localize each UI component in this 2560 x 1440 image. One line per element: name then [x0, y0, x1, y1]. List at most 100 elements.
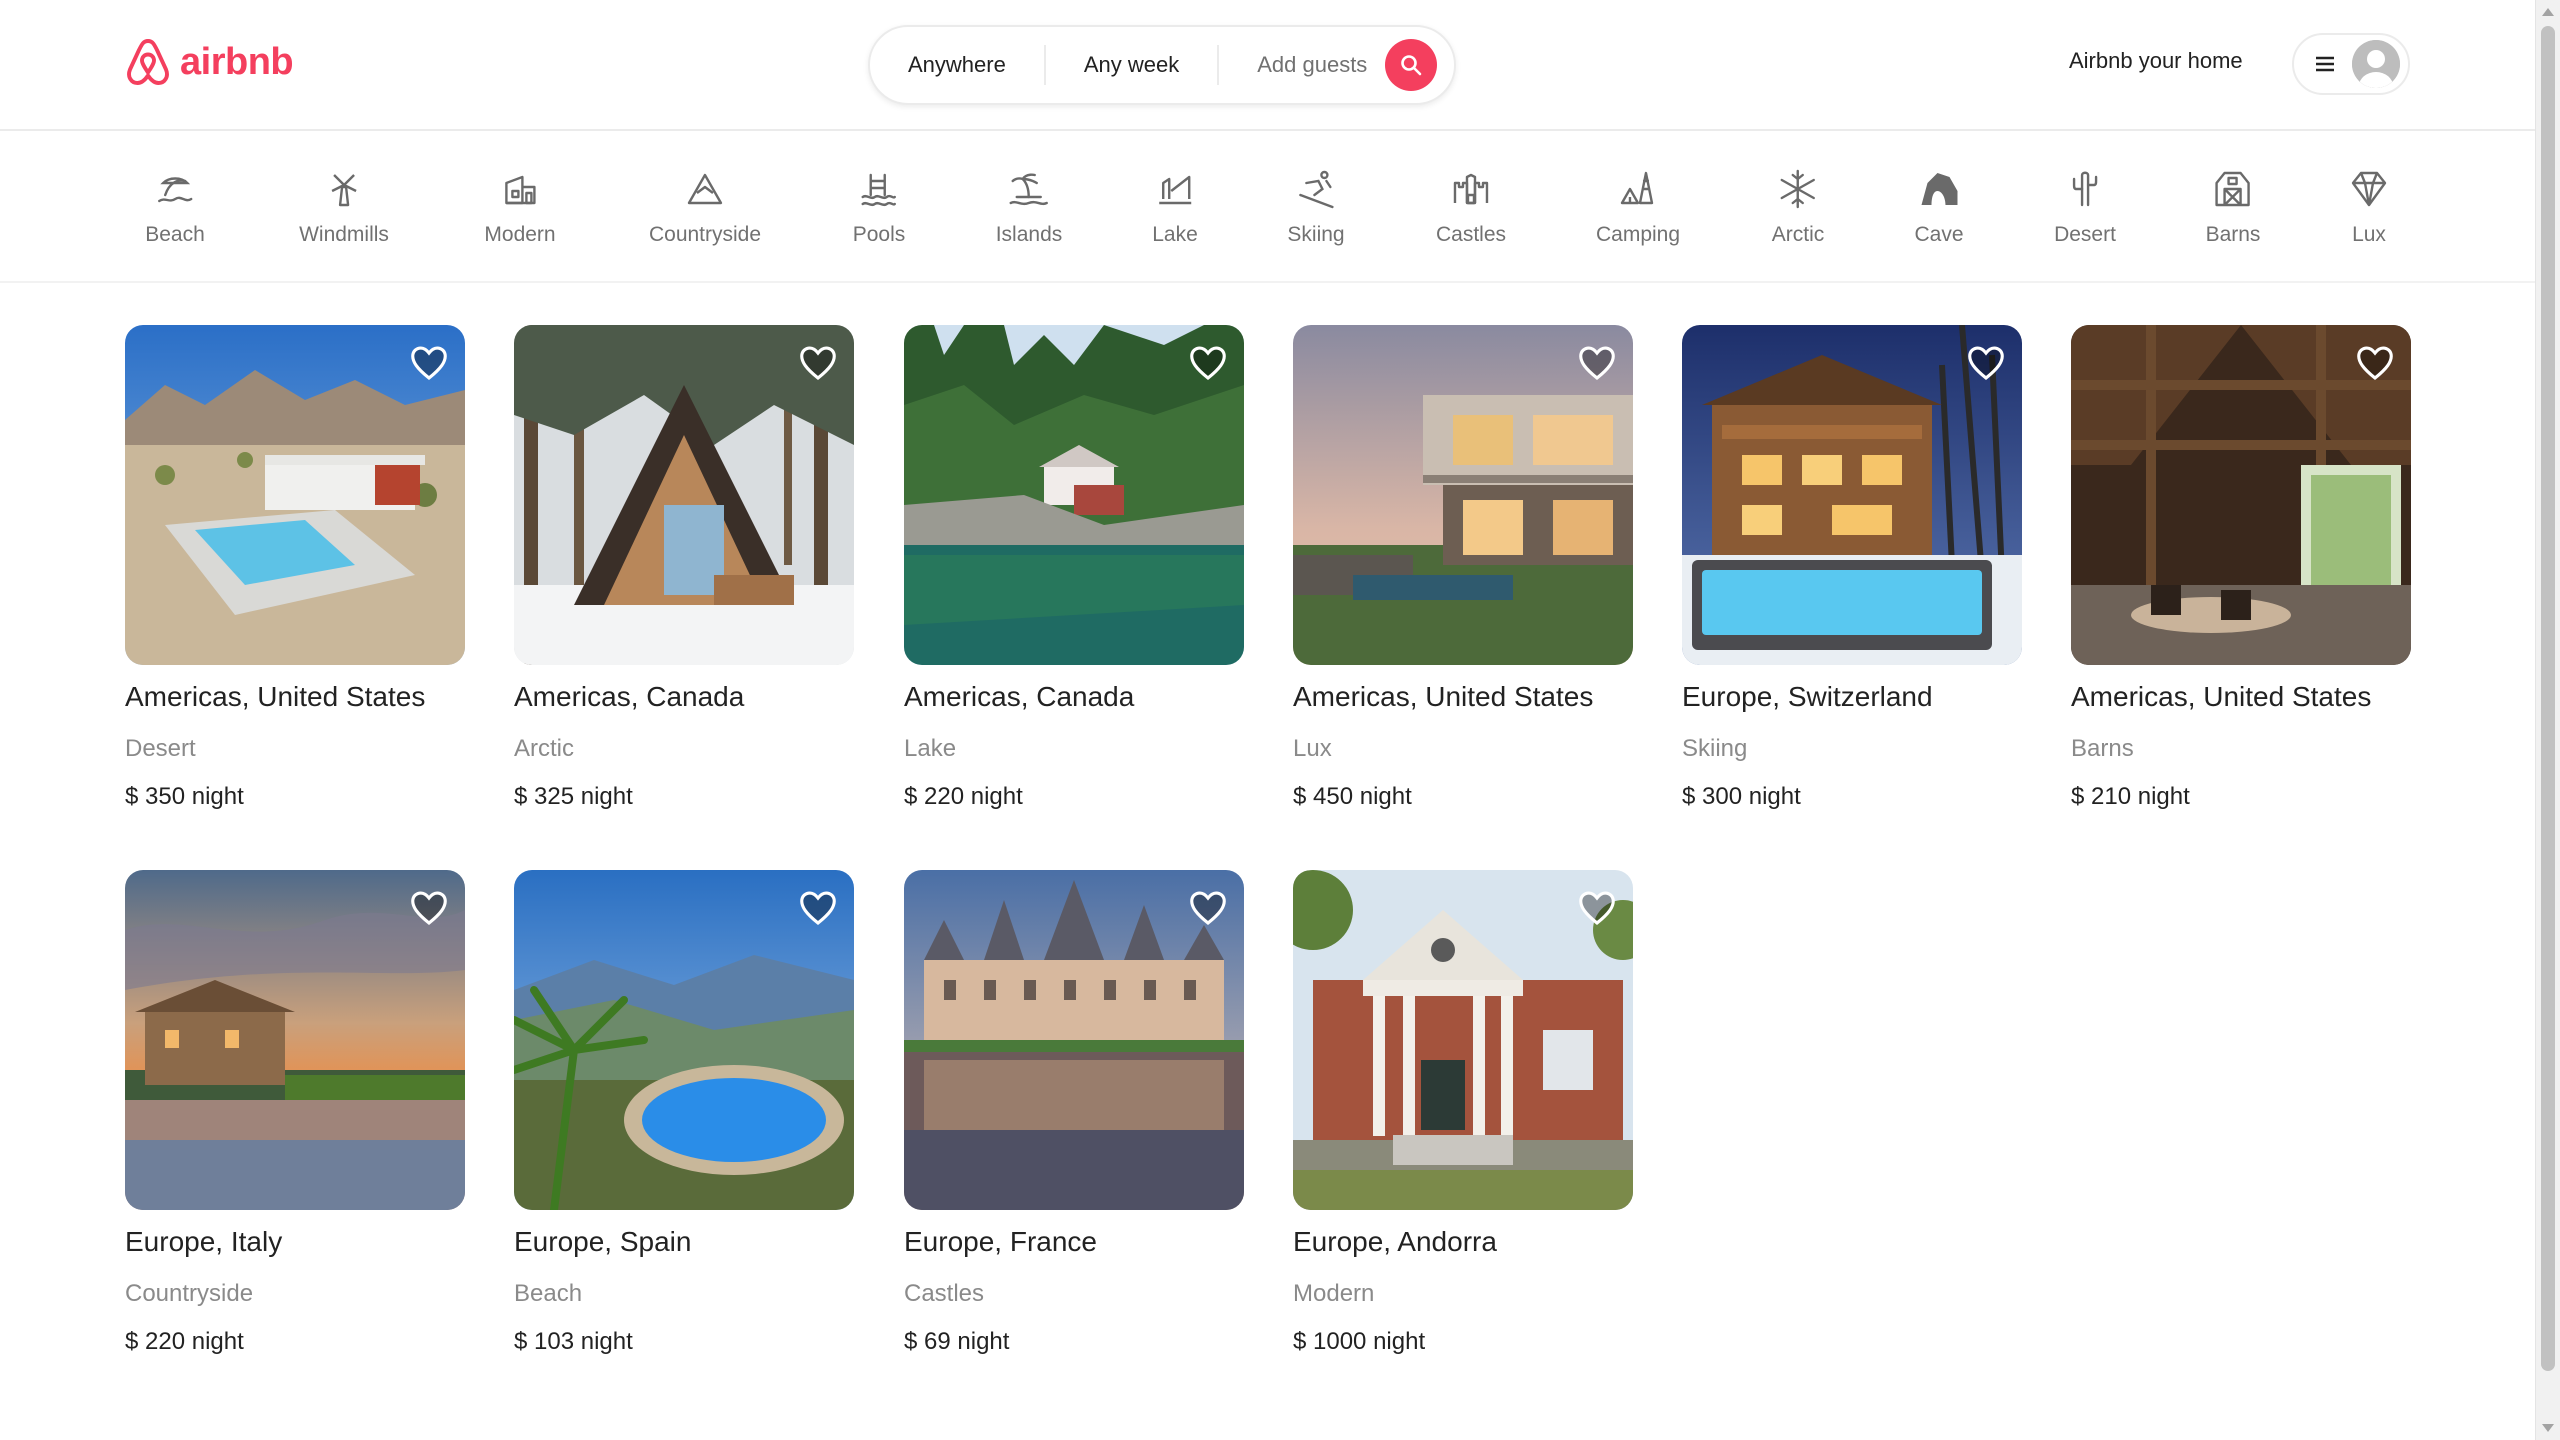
listing-location: Americas, Canada	[904, 681, 1135, 712]
listing-category: Lake	[904, 735, 957, 762]
search-where[interactable]: Anywhere	[870, 45, 1044, 85]
scroll-down-arrow-icon[interactable]	[2542, 1424, 2554, 1432]
listing-card[interactable]: Americas, United States Desert $ 350 nig…	[125, 325, 465, 811]
category-beach[interactable]: Beach	[145, 169, 205, 247]
user-avatar-icon	[2352, 40, 2400, 88]
airbnb-your-home-link[interactable]: Airbnb your home	[2069, 48, 2243, 74]
price-amount: $ 103	[514, 1328, 575, 1355]
windmill-icon	[331, 174, 357, 207]
listing-price: $ 69 night	[904, 1328, 1244, 1356]
listing-price: $ 220 night	[904, 783, 1244, 811]
price-amount: $ 210	[2071, 783, 2132, 810]
category-countryside[interactable]: Countryside	[649, 169, 761, 247]
price-amount: $ 450	[1293, 783, 1354, 810]
category-pools[interactable]: Pools	[853, 169, 905, 247]
favorite-button[interactable]	[2355, 343, 2395, 383]
category-arctic[interactable]: Arctic	[1772, 169, 1824, 247]
airbnb-logo[interactable]: airbnb	[124, 36, 294, 88]
page-scrollbar[interactable]	[2535, 0, 2560, 1440]
listing-price: $ 210 night	[2071, 783, 2411, 811]
listing-category: Countryside	[125, 1280, 254, 1307]
price-unit: night	[1373, 1328, 1426, 1355]
price-unit: night	[1748, 783, 1801, 810]
cave-icon	[1921, 173, 1957, 205]
listing-price: $ 220 night	[125, 1328, 465, 1356]
listing-location: Europe, Italy	[125, 1226, 283, 1257]
listing-photo[interactable]	[514, 325, 854, 665]
mountain-icon	[687, 173, 723, 205]
listing-card[interactable]: Americas, United States Lux $ 450 night	[1293, 325, 1633, 811]
search-icon	[1401, 55, 1422, 76]
price-unit: night	[2137, 783, 2190, 810]
listing-category: Skiing	[1682, 735, 1748, 762]
heart-icon	[800, 346, 836, 381]
heart-icon	[800, 891, 836, 926]
listing-card[interactable]: Europe, Switzerland Skiing $ 300 night	[1682, 325, 2022, 811]
category-cave[interactable]: Cave	[1914, 169, 1964, 247]
listing-photo[interactable]	[2071, 325, 2411, 665]
category-windmills[interactable]: Windmills	[299, 169, 389, 247]
category-modern[interactable]: Modern	[484, 169, 556, 247]
search-bar[interactable]: Anywhere Any week Add guests	[868, 25, 1456, 105]
user-menu-button[interactable]	[2292, 33, 2410, 95]
listing-card[interactable]: Europe, Italy Countryside $ 220 night	[125, 870, 465, 1356]
category-lake[interactable]: Lake	[1152, 169, 1198, 247]
category-skiing[interactable]: Skiing	[1287, 169, 1345, 247]
search-button[interactable]	[1385, 39, 1438, 91]
category-castles[interactable]: Castles	[1436, 169, 1506, 247]
favorite-button[interactable]	[1966, 343, 2006, 383]
listing-price: $ 450 night	[1293, 783, 1633, 811]
favorite-button[interactable]	[1188, 343, 1228, 383]
listing-photo[interactable]	[1293, 870, 1633, 1210]
listing-photo[interactable]	[125, 870, 465, 1210]
listing-photo[interactable]	[1293, 325, 1633, 665]
pool-icon	[861, 173, 897, 207]
scroll-up-arrow-icon[interactable]	[2542, 8, 2554, 16]
listing-card[interactable]: Americas, United States Barns $ 210 nigh…	[2071, 325, 2411, 811]
listing-location: Europe, France	[904, 1226, 1097, 1257]
listing-card[interactable]: Americas, Canada Lake $ 220 night	[904, 325, 1244, 811]
listing-photo[interactable]	[514, 870, 854, 1210]
favorite-button[interactable]	[1188, 888, 1228, 928]
favorite-button[interactable]	[409, 343, 449, 383]
listing-price: $ 103 night	[514, 1328, 854, 1356]
listing-category: Beach	[514, 1280, 583, 1307]
category-camping[interactable]: Camping	[1596, 169, 1680, 247]
category-desert[interactable]: Desert	[2054, 169, 2116, 247]
listing-photo[interactable]	[125, 325, 465, 665]
favorite-button[interactable]	[409, 888, 449, 928]
lake-icon	[1158, 175, 1191, 205]
avatar	[2352, 40, 2400, 88]
snowflake-icon	[1780, 169, 1816, 209]
category-islands[interactable]: Islands	[996, 169, 1062, 247]
search-when[interactable]: Any week	[1046, 45, 1217, 85]
cactus-icon	[2072, 171, 2098, 207]
scrollbar-thumb[interactable]	[2541, 26, 2555, 1371]
listing-category: Castles	[904, 1280, 985, 1307]
listing-photo[interactable]	[904, 325, 1244, 665]
listing-price: $ 300 night	[1682, 783, 2022, 811]
listing-category: Lux	[1293, 735, 1332, 762]
listing-photo[interactable]	[904, 870, 1244, 1210]
beach-icon	[157, 177, 193, 203]
search-guests[interactable]: Add guests	[1219, 45, 1385, 85]
favorite-button[interactable]	[798, 888, 838, 928]
favorite-button[interactable]	[1577, 888, 1617, 928]
listing-card[interactable]: Americas, Canada Arctic $ 325 night	[514, 325, 854, 811]
listing-location: Americas, United States	[1293, 681, 1594, 712]
favorite-button[interactable]	[1577, 343, 1617, 383]
price-amount: $ 325	[514, 783, 575, 810]
listing-photo[interactable]	[1682, 325, 2022, 665]
listing-card[interactable]: Europe, Andorra Modern $ 1000 night	[1293, 870, 1633, 1356]
brand-name: airbnb	[180, 40, 294, 83]
barn-icon	[2215, 171, 2251, 207]
listing-location: Americas, United States	[125, 681, 426, 712]
camping-icon	[1620, 171, 1654, 205]
listing-card[interactable]: Europe, France Castles $ 69 night	[904, 870, 1244, 1356]
favorite-button[interactable]	[798, 343, 838, 383]
price-amount: $ 69	[904, 1328, 951, 1355]
price-unit: night	[191, 783, 244, 810]
category-barns[interactable]: Barns	[2206, 169, 2260, 247]
category-lux[interactable]: Lux	[2349, 169, 2389, 247]
listing-card[interactable]: Europe, Spain Beach $ 103 night	[514, 870, 854, 1356]
